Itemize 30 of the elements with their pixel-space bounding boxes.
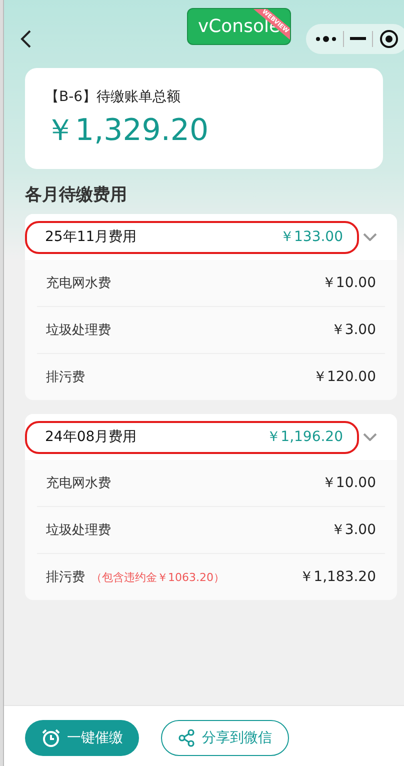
fee-amount: ￥10.00	[322, 474, 376, 492]
fee-amount: ￥120.00	[313, 368, 376, 386]
total-amount: ￥1,329.20	[45, 112, 210, 150]
chevron-icon[interactable]	[363, 233, 377, 241]
fee-name: 充电网水费	[46, 475, 111, 492]
minimize-icon[interactable]	[350, 37, 366, 41]
month-total: ￥1,196.20	[266, 428, 343, 446]
back-icon[interactable]	[20, 29, 32, 49]
fee-amount: ￥1,183.20	[300, 568, 376, 586]
section-title: 各月待缴费用	[25, 184, 128, 206]
remind-button[interactable]: 一键催缴	[25, 720, 139, 756]
month-title: 24年08月费用	[45, 428, 138, 446]
summary-label: 【B-6】待缴账单总额	[45, 88, 182, 106]
fee-note: （包含违约金￥1063.20）	[91, 570, 224, 584]
alarm-clock-icon	[41, 728, 61, 748]
fee-name: 垃圾处理费	[46, 522, 111, 539]
more-icon[interactable]	[315, 35, 337, 43]
fee-name: 充电网水费	[46, 275, 111, 292]
fee-amount: ￥10.00	[322, 274, 376, 292]
share-icon	[178, 729, 196, 747]
month-title: 25年11月费用	[45, 228, 138, 246]
fee-name: 排污费	[46, 369, 85, 386]
chevron-icon[interactable]	[363, 433, 377, 441]
fee-amount: ￥3.00	[330, 521, 376, 539]
close-icon[interactable]	[379, 29, 399, 49]
fee-name: 垃圾处理费	[46, 322, 111, 339]
fee-name: 排污费	[46, 569, 85, 586]
fee-amount: ￥3.00	[330, 321, 376, 339]
month-total: ￥133.00	[280, 228, 343, 246]
share-button[interactable]: 分享到微信	[161, 720, 289, 756]
